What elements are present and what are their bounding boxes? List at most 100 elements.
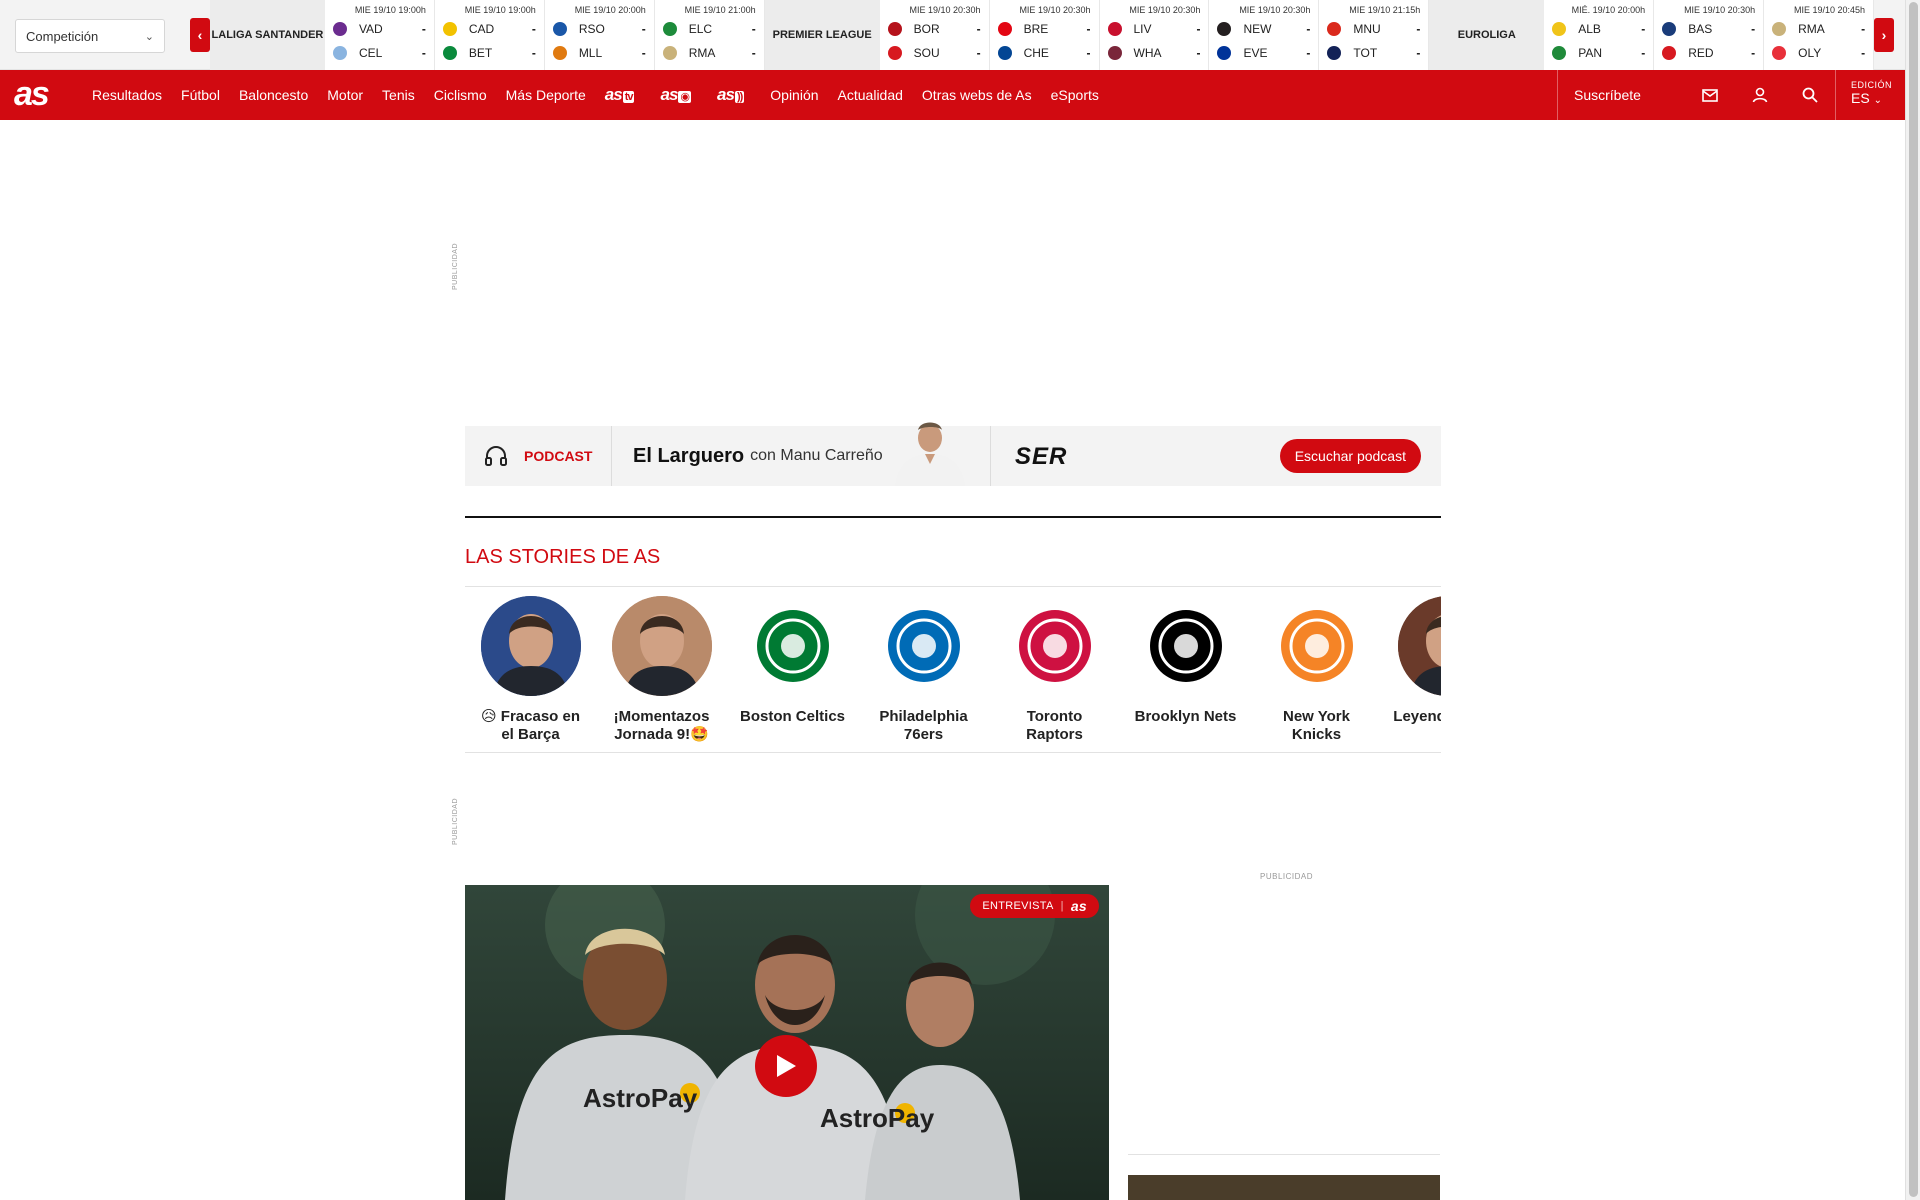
match-card[interactable]: MIE 19/10 20:30h BAS - RED - bbox=[1654, 0, 1765, 70]
story-item[interactable]: Brooklyn Nets bbox=[1120, 596, 1251, 752]
nav-link[interactable]: Tenis bbox=[382, 87, 415, 103]
play-button[interactable] bbox=[755, 1035, 817, 1097]
story-item[interactable]: ¡Momentazos Jornada 9!🤩 bbox=[596, 596, 727, 752]
stories-carousel: 😥 Fracaso en el Barça ¡Momentazos Jornada… bbox=[465, 596, 1441, 752]
match-card[interactable]: MIE 19/10 20:30h LIV - WHA - bbox=[1099, 0, 1210, 70]
story-caption: ¡Momentazos Jornada 9!🤩 bbox=[613, 708, 710, 743]
league-label[interactable]: PREMIER LEAGUE bbox=[764, 0, 880, 70]
section-divider bbox=[465, 516, 1441, 518]
story-caption: Philadelphia 76ers bbox=[879, 708, 968, 743]
nav-link[interactable]: Otras webs de As bbox=[922, 87, 1032, 103]
team-abbr: ELC bbox=[688, 22, 713, 36]
nav-link[interactable]: Motor bbox=[327, 87, 363, 103]
league-label[interactable]: EUROLIGA bbox=[1429, 0, 1545, 70]
team-logo-icon bbox=[1266, 596, 1367, 696]
team-abbr: ALB bbox=[1578, 22, 1601, 36]
nav-link[interactable]: Actualidad bbox=[838, 87, 903, 103]
as-brand-link[interactable]: as ◉ bbox=[660, 85, 692, 105]
chevron-down-icon: ⌄ bbox=[144, 30, 154, 43]
nav-link[interactable]: Opinión bbox=[770, 87, 818, 103]
scoreboard-prev-button[interactable]: ‹ bbox=[190, 18, 210, 52]
team-abbr: NEW bbox=[1243, 22, 1272, 36]
team-crest-icon bbox=[332, 22, 347, 36]
team-score: - bbox=[421, 46, 426, 60]
story-item[interactable]: Boston Celtics bbox=[727, 596, 858, 752]
scrollbar-thumb[interactable] bbox=[1909, 2, 1918, 1197]
interview-badge: ENTREVISTA | as bbox=[970, 894, 1099, 918]
match-card[interactable]: MIE 19/10 19:00h CAD - BET - bbox=[434, 0, 545, 70]
story-item[interactable]: 😥 Fracaso en el Barça bbox=[465, 596, 596, 752]
sidebar-thumbnail[interactable] bbox=[1128, 1175, 1440, 1200]
team-score: - bbox=[531, 22, 536, 36]
search-icon[interactable] bbox=[1785, 70, 1835, 120]
lead-video[interactable]: AstroPay AstroPay ENTREVISTA | as bbox=[465, 885, 1109, 1200]
match-home-row: NEW - bbox=[1217, 20, 1310, 38]
team-crest-icon bbox=[442, 22, 457, 36]
subscribe-link[interactable]: Suscríbete bbox=[1557, 70, 1685, 120]
match-card[interactable]: MIE 19/10 19:00h VAD - CEL - bbox=[324, 0, 435, 70]
match-away-row: PAN - bbox=[1552, 44, 1645, 62]
team-crest-icon bbox=[1217, 46, 1232, 60]
scoreboard-strip: LALIGA SANTANDER MIE 19/10 19:00h VAD - CEL -… bbox=[210, 0, 1875, 70]
chevron-right-icon: › bbox=[1881, 27, 1887, 43]
badge-label: ENTREVISTA bbox=[982, 900, 1054, 912]
match-home-row: BAS - bbox=[1662, 20, 1755, 38]
mail-icon[interactable] bbox=[1685, 70, 1735, 120]
user-icon[interactable] bbox=[1735, 70, 1785, 120]
as-logo[interactable]: as bbox=[14, 77, 50, 111]
match-card[interactable]: MIÉ. 19/10 20:00h ALB - PAN - bbox=[1544, 0, 1655, 70]
edition-label: EDICIÓN bbox=[1851, 80, 1893, 90]
league-label[interactable]: LALIGA SANTANDER bbox=[210, 0, 325, 70]
team-crest-icon bbox=[1327, 46, 1342, 60]
match-away-row: RED - bbox=[1662, 44, 1755, 62]
vertical-scrollbar[interactable] bbox=[1905, 0, 1920, 1200]
story-item[interactable]: Toronto Raptors bbox=[989, 596, 1120, 752]
story-item[interactable]: Leyendas mate bbox=[1382, 596, 1441, 752]
team-crest-icon bbox=[662, 22, 677, 36]
team-abbr: MNU bbox=[1353, 22, 1381, 36]
team-score: - bbox=[1306, 22, 1311, 36]
team-abbr: BOR bbox=[913, 22, 940, 36]
team-abbr: VAD bbox=[358, 22, 383, 36]
story-item[interactable]: New York Knicks bbox=[1251, 596, 1382, 752]
headphones-icon bbox=[485, 446, 507, 466]
nav-link[interactable]: Fútbol bbox=[181, 87, 220, 103]
scoreboard-next-button[interactable]: › bbox=[1874, 18, 1894, 52]
story-caption: Brooklyn Nets bbox=[1134, 708, 1237, 725]
team-crest-icon bbox=[1107, 22, 1122, 36]
ad-label: PUBLICIDAD bbox=[452, 797, 459, 845]
nav-link[interactable]: Baloncesto bbox=[239, 87, 308, 103]
team-abbr: EVE bbox=[1243, 46, 1268, 60]
match-time: MIÉ. 19/10 20:00h bbox=[1571, 5, 1646, 15]
nav-link[interactable]: eSports bbox=[1051, 87, 1099, 103]
team-abbr: RED bbox=[1688, 46, 1714, 60]
match-card[interactable]: MIE 19/10 20:30h NEW - EVE - bbox=[1209, 0, 1320, 70]
match-away-row: BET - bbox=[442, 44, 536, 62]
as-brand-link[interactable]: as tv bbox=[605, 85, 635, 105]
match-card[interactable]: MIE 19/10 21:00h ELC - RMA - bbox=[654, 0, 765, 70]
podcast-banner[interactable]: PODCAST El Larguero con Manu Carreño SER… bbox=[465, 422, 1441, 486]
sponsor-text: AstroPay bbox=[820, 1103, 935, 1133]
team-crest-icon bbox=[442, 46, 457, 60]
team-abbr: RSO bbox=[578, 22, 605, 36]
match-card[interactable]: MIE 19/10 20:00h RSO - MLL - bbox=[544, 0, 655, 70]
match-time: MIE 19/10 20:30h bbox=[1684, 5, 1756, 15]
edition-selector[interactable]: EDICIÓN ES ⌄ bbox=[1835, 70, 1905, 120]
match-card[interactable]: MIE 19/10 20:30h BOR - SOU - bbox=[879, 0, 990, 70]
team-score: - bbox=[1641, 22, 1646, 36]
as-brand-link[interactable]: as)) bbox=[717, 85, 745, 105]
team-crest-icon bbox=[997, 22, 1012, 36]
nav-link[interactable]: Resultados bbox=[92, 87, 162, 103]
listen-podcast-button[interactable]: Escuchar podcast bbox=[1279, 439, 1421, 473]
competition-select[interactable]: Competición ⌄ bbox=[15, 19, 165, 53]
match-card[interactable]: MIE 19/10 21:15h MNU - TOT - bbox=[1319, 0, 1430, 70]
match-card[interactable]: MIE 19/10 20:30h BRE - CHE - bbox=[989, 0, 1100, 70]
nav-link[interactable]: Ciclismo bbox=[434, 87, 487, 103]
story-item[interactable]: Philadelphia 76ers bbox=[858, 596, 989, 752]
team-crest-icon bbox=[1662, 22, 1677, 36]
chevron-left-icon: ‹ bbox=[197, 27, 203, 43]
team-abbr: CAD bbox=[468, 22, 495, 36]
team-score: - bbox=[421, 22, 426, 36]
nav-link[interactable]: Más Deporte bbox=[506, 87, 586, 103]
match-card[interactable]: MIE 19/10 20:45h RMA - OLY - bbox=[1764, 0, 1875, 70]
